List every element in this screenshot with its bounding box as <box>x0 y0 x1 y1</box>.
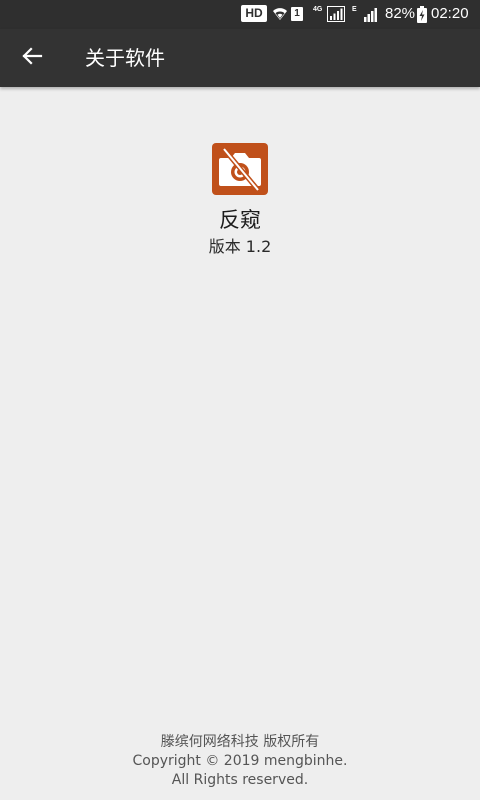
arrow-left-icon <box>21 45 43 71</box>
app-bar: 关于软件 <box>0 29 480 87</box>
hd-badge: HD <box>241 5 267 22</box>
network-type-4g: 4G <box>313 6 323 13</box>
clock: 02:20 <box>431 5 469 22</box>
back-button[interactable] <box>13 39 51 77</box>
page-title: 关于软件 <box>85 46 165 70</box>
sim-slot-badge: 1 <box>291 7 303 21</box>
signal-icon <box>327 6 345 26</box>
status-bar: HD 1 4G E 82% 02:20 <box>0 0 480 29</box>
footer: 滕缤何网络科技 版权所有 Copyright © 2019 mengbinhe.… <box>0 733 480 790</box>
battery-percent: 82% <box>385 5 416 22</box>
copyright-holder: 滕缤何网络科技 版权所有 <box>160 734 320 750</box>
app-logo <box>212 143 268 195</box>
copyright-line: Copyright © 2019 mengbinhe. <box>132 753 348 769</box>
app-version: 版本 1.2 <box>208 237 272 256</box>
battery-charging-icon <box>417 6 427 27</box>
rights-reserved: All Rights reserved. <box>171 772 309 788</box>
network-type-e: E <box>352 6 357 13</box>
camera-off-icon <box>212 147 268 199</box>
app-name: 反窥 <box>219 208 261 232</box>
signal-icon <box>364 6 380 26</box>
wifi-icon <box>272 6 288 26</box>
